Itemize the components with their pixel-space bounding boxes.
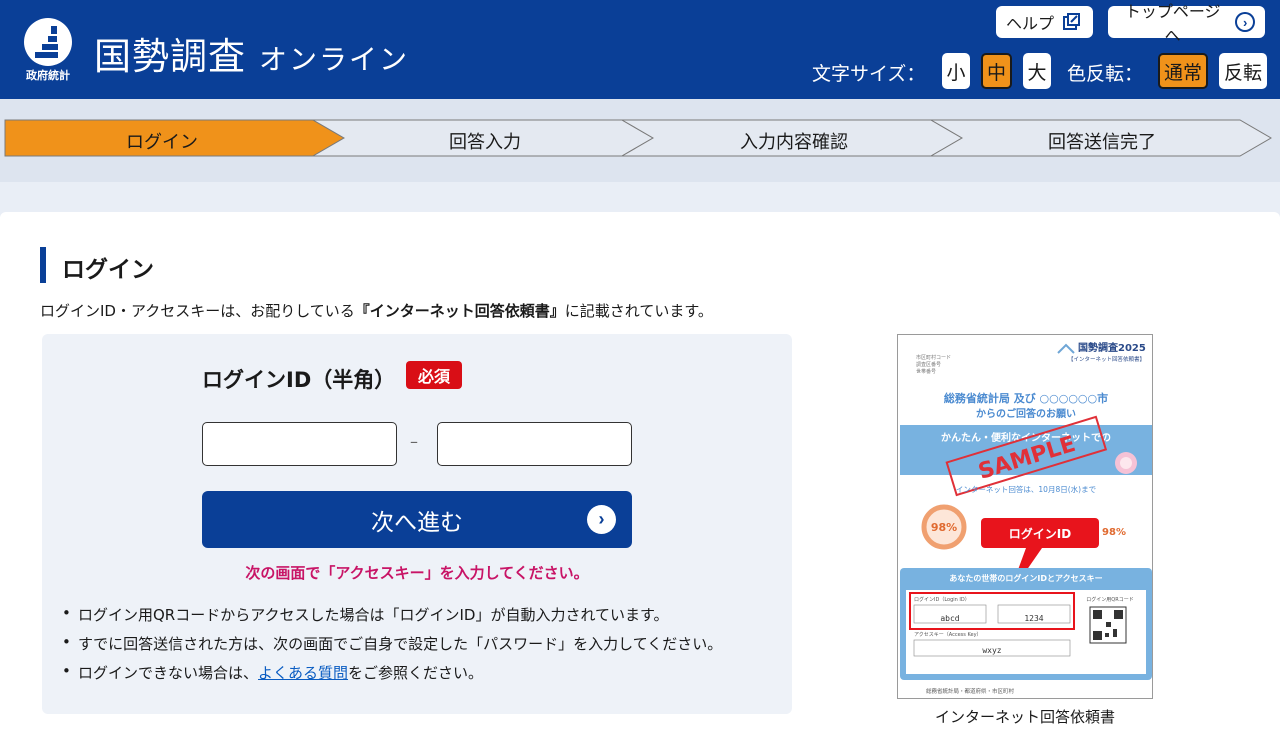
doc-percent-right: 98% — [1102, 527, 1126, 538]
doc-login-id-label: ログインID（Login ID） — [914, 596, 970, 603]
doc-percent-left: 98% — [931, 521, 957, 534]
login-id-input-1[interactable] — [202, 422, 397, 466]
access-key-note: 次の画面で「アクセスキー」を入力してください。 — [245, 564, 589, 582]
list-item: すでに回答送信された方は、次の画面でご自身で設定した「パスワード」を入力してくだ… — [62, 633, 722, 662]
next-button[interactable]: 次へ進む › — [202, 491, 632, 548]
doc-title: 国勢調査2025 — [1078, 341, 1146, 354]
chevron-right-icon: › — [587, 505, 616, 534]
doc-callout: ログインID — [1009, 526, 1071, 541]
step-confirm: 入力内容確認 — [740, 132, 848, 153]
sample-document-image: 国勢調査2025 【インターネット回答依頼書】 市区町村コード 調査区番号 世帯… — [898, 335, 1152, 698]
step-answer-input: 回答入力 — [449, 132, 521, 153]
help-label: ヘルプ — [1006, 16, 1055, 33]
doc-login-id-part2: 1234 — [1024, 614, 1043, 623]
doc-login-id-part1: abcd — [940, 614, 959, 623]
sample-request-document: 国勢調査2025 【インターネット回答依頼書】 市区町村コード 調査区番号 世帯… — [897, 334, 1153, 699]
doc-meta-3: 世帯番号 — [916, 368, 936, 375]
doc-greeting-2: からのご回答のお願い — [976, 407, 1076, 420]
external-link-icon — [1062, 13, 1081, 31]
color-invert-label: 色反転： — [1067, 63, 1144, 85]
color-mode-invert-button[interactable]: 反転 — [1219, 53, 1267, 89]
next-button-label: 次へ進む — [371, 508, 463, 535]
doc-subtitle: 【インターネット回答依頼書】 — [1068, 355, 1145, 363]
chevron-right-icon: › — [1235, 12, 1255, 32]
heading-accent-bar — [40, 247, 46, 283]
color-mode-normal-button[interactable]: 通常 — [1158, 53, 1208, 89]
sample-document-caption: インターネット回答依頼書 — [934, 708, 1115, 726]
doc-access-key-label: アクセスキー（Access Key） — [914, 632, 982, 638]
intro-text: ログインID・アクセスキーは、お配りしている『インターネット回答依頼書』に記載さ… — [40, 302, 713, 320]
page-title: ログイン — [62, 257, 154, 283]
doc-access-key: wxyz — [982, 646, 1001, 655]
step-complete: 回答送信完了 — [1048, 132, 1156, 153]
login-id-input-2[interactable] — [437, 422, 632, 466]
required-badge: 必須 — [406, 361, 462, 389]
doc-greeting-1: 総務省統計局 及び ○○○○○○市 — [944, 391, 1108, 405]
faq-link[interactable]: よくある質問 — [258, 664, 348, 682]
font-size-label: 文字サイズ： — [812, 63, 926, 85]
font-size-medium-button[interactable]: 中 — [981, 53, 1012, 89]
top-page-button[interactable]: トップページへ › — [1108, 4, 1265, 45]
doc-meta-2: 調査区番号 — [916, 361, 941, 368]
list-item: ログイン用QRコードからアクセスした場合は「ログインID」が自動入力されています… — [62, 604, 722, 633]
login-id-label: ログインID（半角） — [202, 368, 396, 392]
font-size-small-button[interactable]: 小 — [942, 53, 970, 89]
login-id-separator: – — [410, 432, 418, 451]
doc-section-title: あなたの世帯のログインIDとアクセスキー — [949, 573, 1102, 583]
site-title-online: オンライン — [259, 43, 410, 76]
doc-meta-1: 市区町村コード — [916, 354, 951, 361]
gov-stats-logo-icon — [24, 18, 72, 66]
site-title: 国勢調査 — [94, 35, 246, 78]
help-button[interactable]: ヘルプ — [996, 6, 1093, 38]
doc-qr-label: ログイン用QRコード — [1086, 596, 1133, 603]
font-size-large-button[interactable]: 大 — [1023, 53, 1051, 89]
qr-code-icon — [1089, 606, 1127, 644]
list-item: ログインできない場合は、よくある質問をご参照ください。 — [62, 662, 722, 691]
top-page-label: トップページへ — [1124, 4, 1221, 45]
doc-footer: 総務省統計局・都道府県・市区町村 — [926, 687, 1015, 695]
logo-caption: 政府統計 — [26, 69, 70, 82]
help-bullets: ログイン用QRコードからアクセスした場合は「ログインID」が自動入力されています… — [62, 604, 722, 691]
doc-deadline: インターネット回答は、10月8日(水)まで — [956, 484, 1096, 494]
step-login: ログイン — [126, 132, 198, 153]
